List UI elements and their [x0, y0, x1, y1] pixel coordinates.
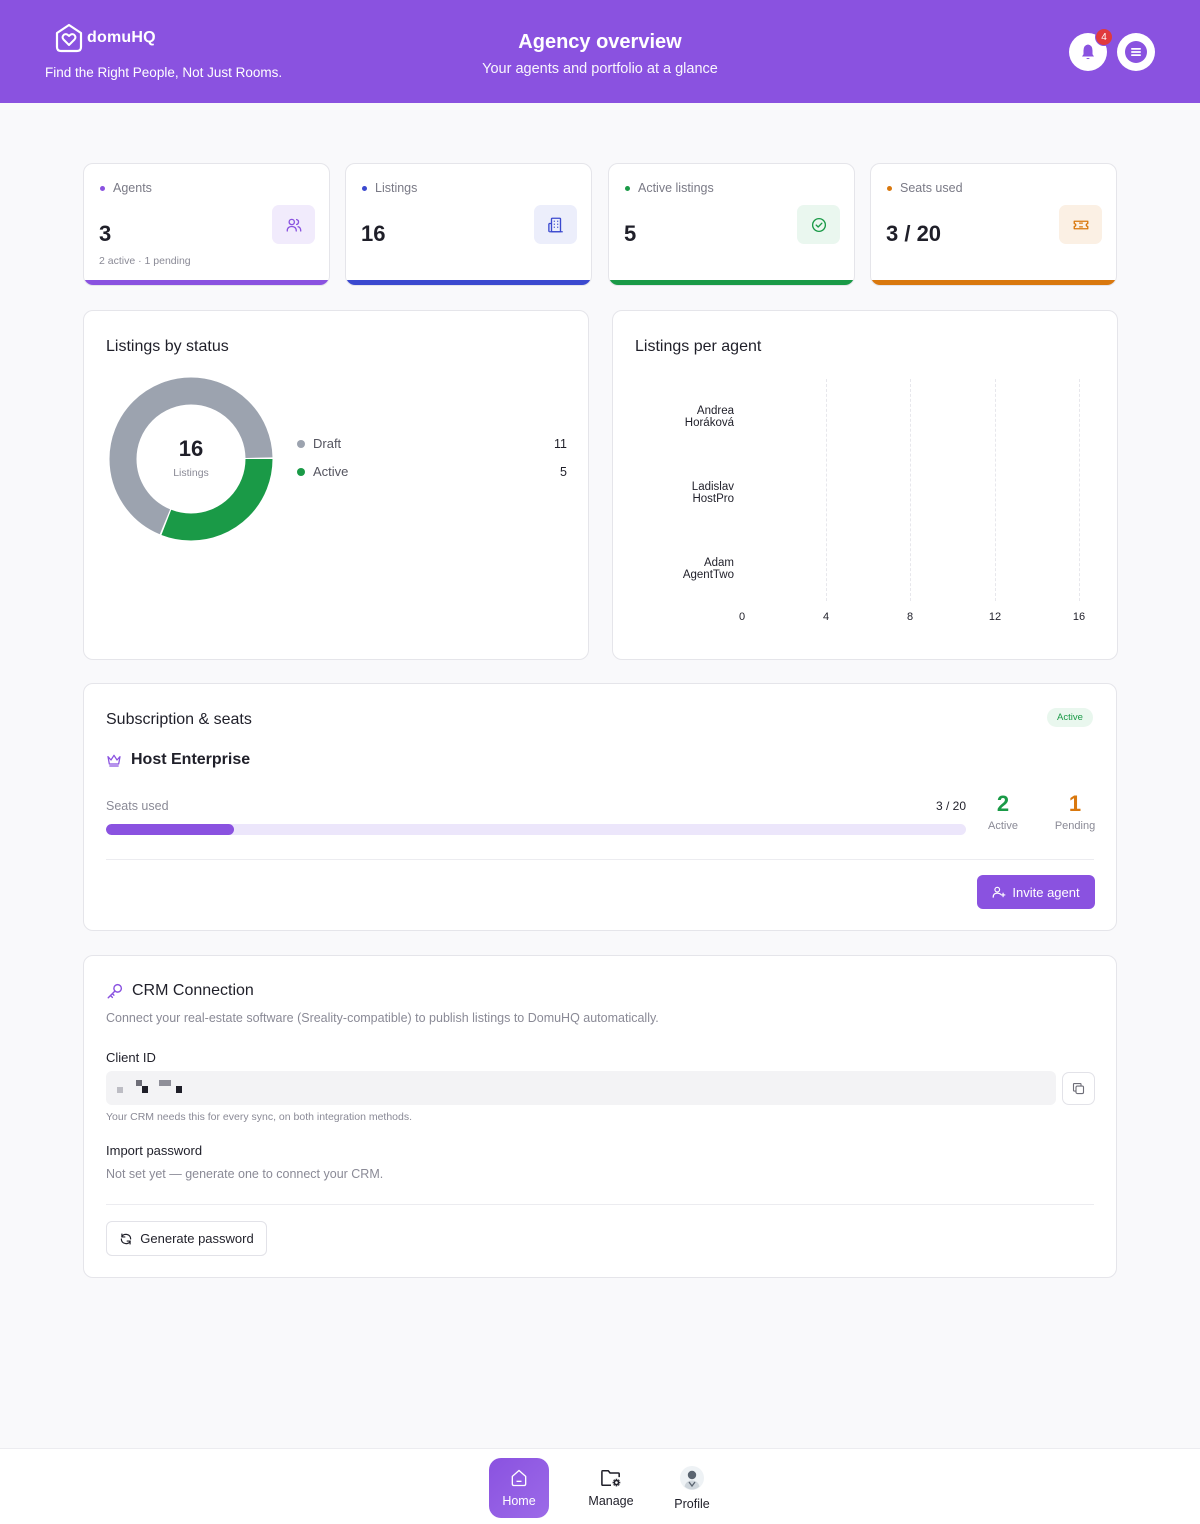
page-subtitle: Your agents and portfolio at a glance [482, 61, 718, 77]
stat-card-seats-used[interactable]: Seats used 3 / 20 [870, 163, 1117, 286]
x-tick-label: 8 [906, 611, 914, 623]
legend-swatch [297, 439, 305, 448]
redacted-pixel [159, 1080, 171, 1086]
home-icon [511, 1469, 527, 1487]
donut-total-label: Listings [173, 467, 209, 479]
stat-card-listings[interactable]: Listings 16 [345, 163, 592, 286]
stat-label: Active listings [638, 181, 714, 195]
listings-per-agent-card: Listings per agent Andrea Horáková Ladisl… [612, 310, 1118, 660]
user-plus-icon [992, 886, 1006, 898]
agent-label: Andrea Horáková [684, 405, 734, 429]
building-icon [534, 205, 577, 244]
crm-description: Connect your real-estate software (Sreal… [106, 1011, 659, 1025]
x-tick-label: 4 [822, 611, 830, 623]
status-dot [100, 185, 105, 191]
stat-accent-bar [84, 280, 329, 285]
notification-count-badge: 4 [1095, 28, 1113, 46]
crown-icon [107, 754, 121, 767]
stat-note: 2 active · 1 pending [99, 255, 191, 267]
active-seats-stat: 2 Active [988, 791, 1018, 832]
redacted-pixel [176, 1086, 182, 1093]
gridline [1079, 379, 1080, 601]
copy-client-id-button[interactable] [1062, 1072, 1095, 1105]
gridline [995, 379, 996, 601]
key-icon [107, 983, 123, 999]
donut-total: 16 [178, 436, 204, 461]
x-tick-label: 0 [738, 611, 746, 623]
stat-accent-bar [346, 280, 591, 285]
nav-item-home[interactable]: Home [489, 1458, 549, 1518]
redacted-pixel [117, 1087, 123, 1093]
legend-item-active: Active 5 [297, 464, 567, 479]
gridline [826, 379, 827, 601]
section-title: Subscription & seats [106, 711, 252, 728]
page-title: Agency overview [518, 31, 682, 53]
stat-label: Seats used [900, 181, 963, 195]
import-password-status: Not set yet — generate one to connect yo… [106, 1167, 384, 1181]
x-tick-label: 16 [1072, 611, 1086, 623]
plan-name: Host Enterprise [131, 751, 251, 768]
stat-value: 5 [624, 221, 637, 246]
import-password-label: Import password [106, 1143, 203, 1158]
stat-value: 3 [99, 221, 112, 246]
generate-password-button[interactable]: Generate password [106, 1221, 267, 1256]
users-icon [272, 205, 315, 244]
agent-label: Ladislav HostPro [691, 481, 734, 505]
bell-icon [1082, 44, 1094, 60]
seats-progress-bar [106, 824, 966, 835]
stat-card-agents[interactable]: Agents 3 2 active · 1 pending [83, 163, 330, 286]
seats-progress-fill [106, 824, 234, 835]
legend-item-draft: Draft 11 [297, 436, 567, 451]
gridline [910, 379, 911, 601]
status-dot [887, 185, 892, 191]
avatar-icon [680, 1466, 704, 1490]
section-title: CRM Connection [132, 982, 254, 999]
nav-item-profile[interactable]: Profile [662, 1458, 722, 1518]
x-tick-label: 12 [988, 611, 1002, 623]
legend-count: 11 [554, 436, 567, 451]
redacted-pixel [142, 1086, 148, 1093]
check-circle-icon [797, 205, 840, 244]
stat-accent-bar [609, 280, 854, 285]
app-header: domuHQ Find the Right People, Not Just R… [0, 0, 1200, 103]
subscription-card: Subscription & seats Active Host Enterpr… [83, 683, 1117, 931]
divider [106, 1204, 1094, 1205]
stat-label: Listings [375, 181, 418, 195]
copy-icon [1072, 1082, 1085, 1095]
client-id-help: Your CRM needs this for every sync, on b… [106, 1111, 413, 1123]
stat-value: 16 [361, 221, 386, 246]
seats-used-label: Seats used [106, 799, 169, 813]
invite-agent-button[interactable]: Invite agent [977, 875, 1095, 909]
listings-by-status-card: Listings by status 16 Listings Draft 11 … [83, 310, 589, 660]
subscription-status-badge: Active [1047, 708, 1093, 727]
status-dot [362, 185, 367, 191]
nav-item-manage[interactable]: Manage [581, 1458, 641, 1518]
ticket-icon [1059, 205, 1102, 244]
client-id-label: Client ID [106, 1050, 156, 1065]
section-title: Listings per agent [635, 338, 762, 355]
legend-swatch [297, 467, 305, 476]
notifications-button[interactable]: 4 [1069, 28, 1113, 71]
legend-count: 5 [560, 464, 567, 479]
divider [106, 859, 1094, 860]
folder-gear-icon [601, 1469, 621, 1487]
pending-seats-stat: 1 Pending [1054, 791, 1096, 832]
legend-label: Active [313, 464, 349, 479]
agent-label: Adam AgentTwo [682, 557, 734, 581]
stat-value: 3 / 20 [886, 221, 942, 246]
section-title: Listings by status [106, 338, 229, 355]
stat-label: Agents [113, 181, 152, 195]
status-dot [625, 185, 630, 191]
bottom-navigation: Home Manage Profile [0, 1448, 1200, 1524]
menu-button[interactable] [1117, 33, 1155, 71]
crm-connection-card: CRM Connection Connect your real-estate … [83, 955, 1117, 1278]
legend-label: Draft [313, 436, 342, 451]
refresh-icon [121, 1232, 132, 1245]
client-id-field[interactable] [106, 1071, 1056, 1105]
stat-card-active-listings[interactable]: Active listings 5 [608, 163, 855, 286]
seats-used-count: 3 / 20 [935, 799, 966, 813]
stat-accent-bar [871, 280, 1116, 285]
hamburger-icon [1125, 41, 1147, 63]
